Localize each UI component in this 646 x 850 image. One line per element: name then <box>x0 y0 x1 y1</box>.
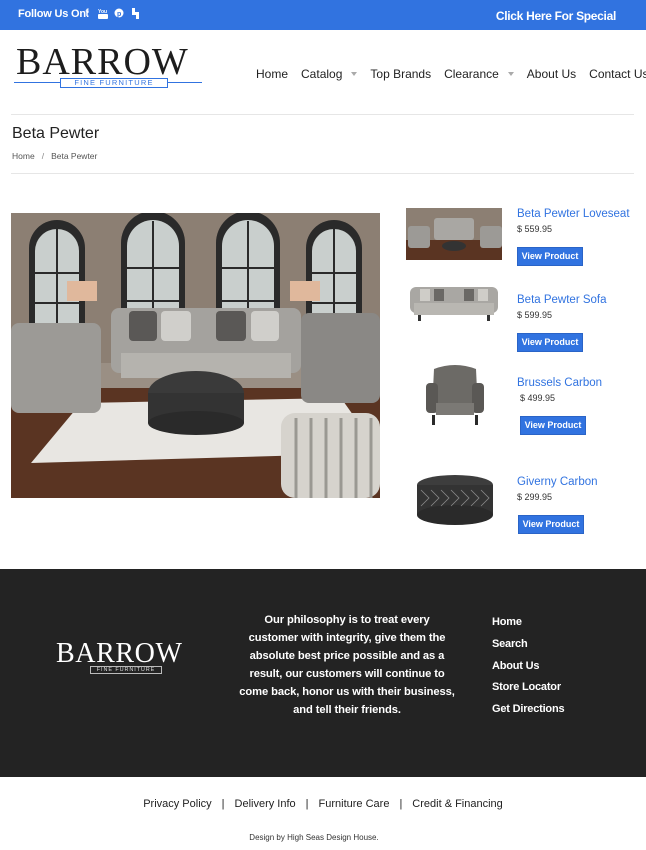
product-name[interactable]: Beta Pewter Sofa <box>517 294 607 306</box>
title-divider <box>11 173 634 174</box>
nav-about-us-label: About Us <box>526 67 577 81</box>
view-product-button[interactable]: View Product <box>518 515 584 534</box>
houzz-icon[interactable] <box>130 7 140 19</box>
product-name[interactable]: Brussels Carbon <box>517 377 602 389</box>
chevron-down-icon <box>507 72 514 76</box>
nav-about-us[interactable]: About Us <box>527 67 576 81</box>
delivery-info-link[interactable]: Delivery Info <box>235 798 296 810</box>
follow-us-label: Follow Us On: <box>18 8 90 20</box>
logo-tagline: FINE FURNITURE <box>60 78 168 88</box>
footer-links: Home Search About Us Store Locator Get D… <box>492 612 565 721</box>
logo-rule-left <box>14 82 60 83</box>
product-name[interactable]: Beta Pewter Loveseat <box>517 208 630 220</box>
footer-logo-tagline: FINE FURNITURE <box>90 666 162 674</box>
room-scene-image <box>11 213 380 498</box>
product-price: $ 499.95 <box>520 393 556 403</box>
pinterest-icon[interactable]: p <box>114 7 124 19</box>
product-price: $ 599.95 <box>517 310 553 320</box>
footer-link-store-locator[interactable]: Store Locator <box>492 677 564 699</box>
social-icons: f You p <box>82 7 140 19</box>
link-separator: | <box>221 798 225 810</box>
nav-catalog-label: Catalog <box>301 67 343 81</box>
breadcrumb: Home / Beta Pewter <box>12 151 97 161</box>
footer-link-home[interactable]: Home <box>492 612 564 634</box>
footer-logo[interactable]: BARROW FINE FURNITURE <box>56 638 196 677</box>
nav-top-brands-label: Top Brands <box>370 67 432 81</box>
view-product-button[interactable]: View Product <box>517 247 583 266</box>
breadcrumb-home[interactable]: Home <box>12 151 35 161</box>
facebook-icon[interactable]: f <box>82 7 92 19</box>
view-product-button[interactable]: View Product <box>520 416 586 435</box>
product-name[interactable]: Giverny Carbon <box>517 476 598 488</box>
footer-link-search[interactable]: Search <box>492 634 564 656</box>
site-logo[interactable]: BARROW FINE FURNITURE <box>14 41 202 90</box>
logo-wordmark: BARROW <box>16 41 189 83</box>
nav-catalog[interactable]: Catalog <box>301 67 358 81</box>
nav-contact-us[interactable]: Contact Us <box>589 67 646 81</box>
design-credit: Design by High Seas Design House. <box>249 833 379 842</box>
view-product-button[interactable]: View Product <box>517 333 583 352</box>
svg-text:p: p <box>117 11 121 18</box>
furniture-care-link[interactable]: Furniture Care <box>319 798 390 810</box>
nav-contact-us-label: Contact Us <box>589 67 646 81</box>
main-nav: Home Catalog Top Brands Clearance About … <box>256 67 646 81</box>
logo-rule-right <box>168 82 202 83</box>
youtube-icon[interactable]: You <box>98 7 108 19</box>
product-thumbnail[interactable] <box>409 458 501 543</box>
product-thumbnail[interactable] <box>406 281 502 326</box>
legal-links: Privacy Policy | Delivery Info | Furniture C… <box>0 798 646 810</box>
privacy-policy-link[interactable]: Privacy Policy <box>143 798 211 810</box>
link-separator: | <box>399 798 403 810</box>
credit-financing-link[interactable]: Credit & Financing <box>412 798 503 810</box>
nav-clearance-label: Clearance <box>444 67 499 81</box>
top-bar: Follow Us On: f You p Click Here For Spe… <box>0 0 646 30</box>
product-price: $ 299.95 <box>517 492 553 502</box>
special-offer-link[interactable]: Click Here For Special <box>496 9 616 23</box>
footer-logo-wordmark: BARROW <box>56 638 183 669</box>
nav-clearance[interactable]: Clearance <box>444 67 514 81</box>
header-divider <box>11 114 634 115</box>
link-separator: | <box>305 798 309 810</box>
page-title: Beta Pewter <box>12 125 100 142</box>
product-thumbnail[interactable] <box>420 361 490 429</box>
product-thumbnail[interactable] <box>406 208 502 260</box>
chevron-down-icon <box>351 72 358 76</box>
footer-link-about-us[interactable]: About Us <box>492 656 564 678</box>
footer-link-get-directions[interactable]: Get Directions <box>492 699 565 721</box>
nav-top-brands[interactable]: Top Brands <box>370 67 431 81</box>
philosophy-text: Our philosophy is to treat every custome… <box>239 614 455 716</box>
nav-home[interactable]: Home <box>256 67 288 81</box>
breadcrumb-separator: / <box>41 151 45 161</box>
nav-home-label: Home <box>256 67 289 81</box>
breadcrumb-current: Beta Pewter <box>51 151 98 161</box>
product-price: $ 559.95 <box>517 224 553 234</box>
